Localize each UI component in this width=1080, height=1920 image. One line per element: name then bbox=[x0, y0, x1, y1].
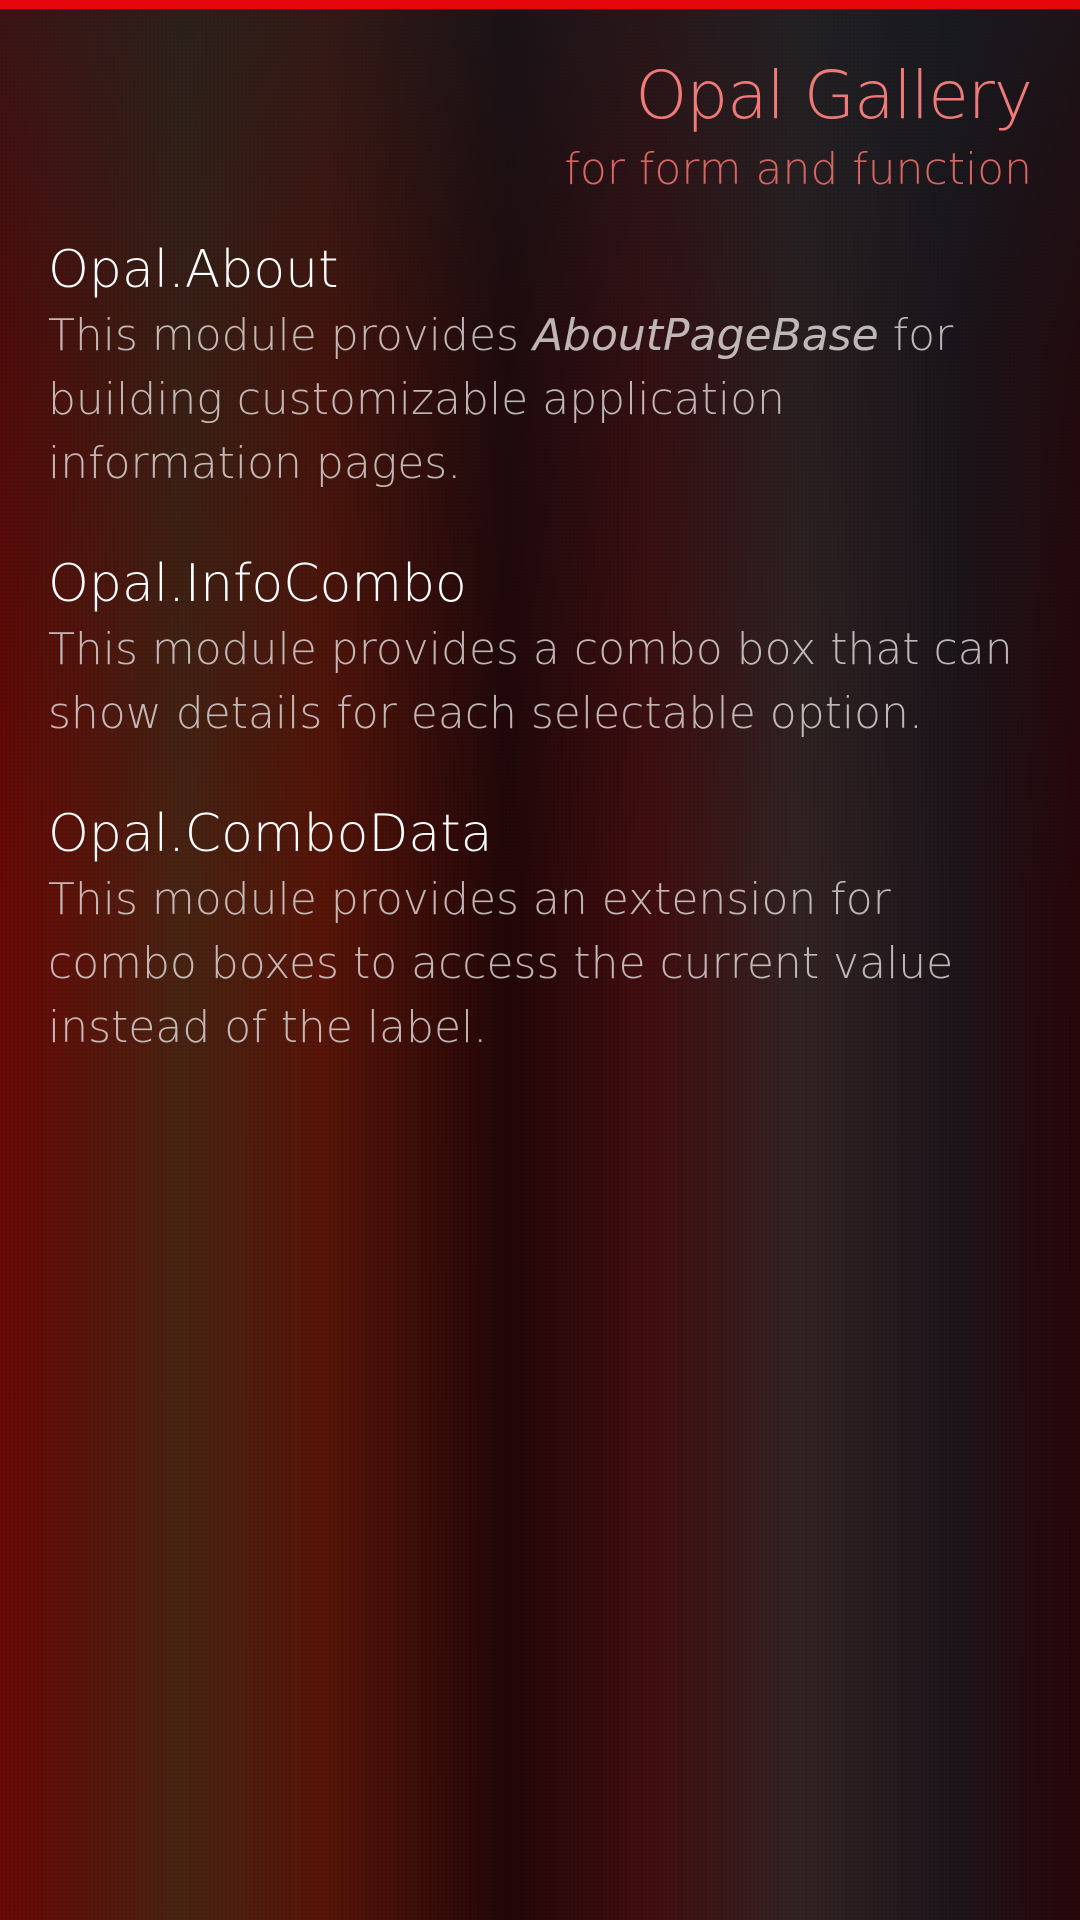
module-list: Opal.About This module provides AboutPag… bbox=[48, 238, 1038, 1116]
module-description-text: This module provides bbox=[48, 310, 533, 361]
module-title: Opal.ComboData bbox=[48, 804, 493, 864]
module-title: Opal.About bbox=[48, 240, 339, 300]
page-header: Opal Gallery for form and function bbox=[564, 56, 1033, 200]
module-description: This module provides an extension for co… bbox=[48, 874, 954, 1053]
page-subtitle: for form and function bbox=[564, 144, 1032, 195]
module-title: Opal.InfoCombo bbox=[48, 554, 467, 614]
module-description: This module provides AboutPageBase for b… bbox=[48, 304, 1038, 496]
module-description-class-name: AboutPageBase bbox=[532, 310, 879, 361]
module-item-combodata: Opal.ComboData This module provides an e… bbox=[48, 802, 1038, 1060]
top-accent-bar bbox=[0, 0, 1080, 9]
page-title: Opal Gallery bbox=[635, 57, 1033, 134]
module-item-about: Opal.About This module provides AboutPag… bbox=[48, 238, 1038, 496]
module-item-infocombo: Opal.InfoCombo This module provides a co… bbox=[48, 552, 1038, 746]
module-description: This module provides a combo box that ca… bbox=[48, 624, 1013, 739]
